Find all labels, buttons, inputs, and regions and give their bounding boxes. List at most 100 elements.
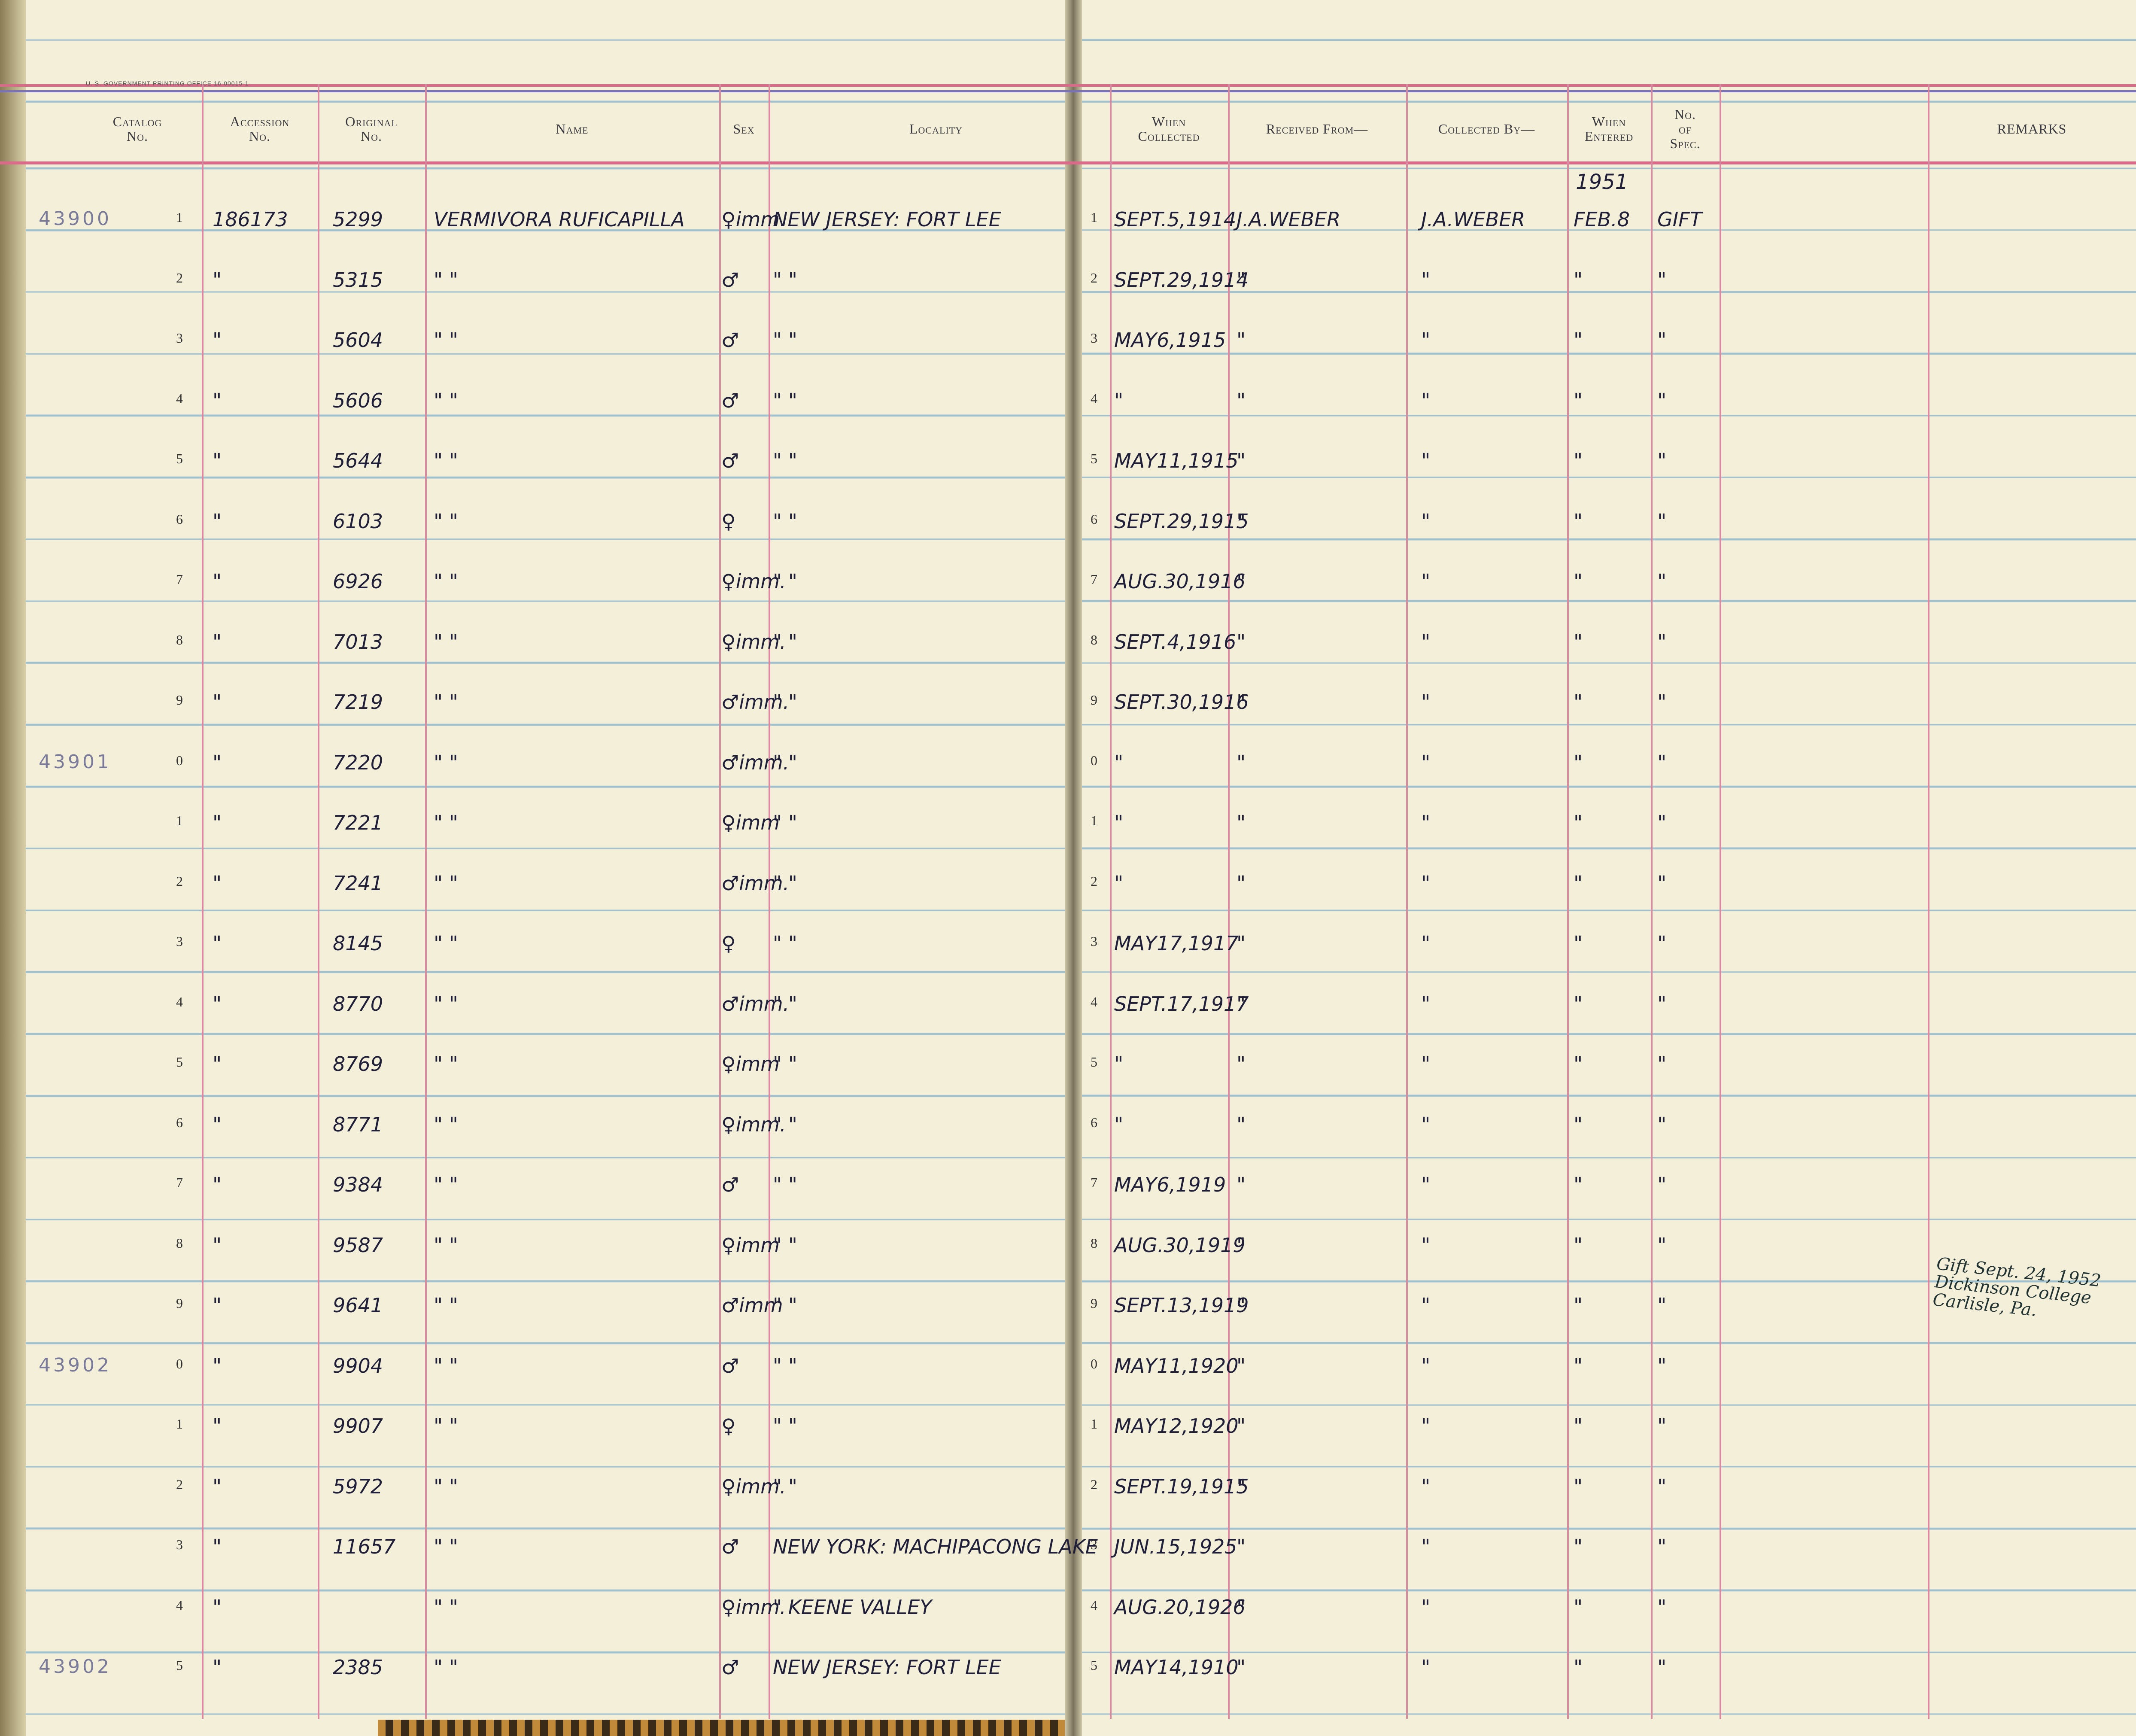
row-index-right: 7 [1091, 572, 1097, 587]
locality: NEW YORK: MACHIPACONG LAKE [773, 1535, 1098, 1558]
row-index: 7 [176, 1175, 183, 1190]
header-locality-text: Locality [909, 121, 963, 137]
row-index: 2 [176, 873, 183, 889]
date-entered: " [1574, 570, 1583, 593]
catalog-number: 43900 [39, 208, 112, 230]
year-entered-note: 1951 [1576, 170, 1629, 194]
date-collected: MAY14,1910 [1114, 1656, 1239, 1679]
header-original-l2: No. [361, 128, 382, 144]
row-index: 1 [176, 1416, 183, 1432]
received-from: " [1237, 1052, 1246, 1076]
row-index: 8 [176, 1235, 183, 1251]
header-no-of-spec: No. of Spec. [1651, 100, 1720, 158]
species-name: " " [434, 992, 458, 1015]
header-when-entered: When Entered [1567, 100, 1651, 158]
number-of-specimens: " [1657, 1595, 1667, 1619]
header-collected-by: Collected By— [1406, 100, 1567, 158]
accession-number: " [213, 1052, 222, 1076]
original-number: 5644 [333, 449, 383, 472]
locality: " " [773, 992, 797, 1015]
sex: ♀imm [721, 1233, 780, 1257]
date-collected: SEPT.30,1916 [1114, 690, 1249, 714]
locality: " " [773, 509, 797, 533]
row-index-right: 2 [1091, 873, 1097, 889]
header-remarks: REMARKS [1928, 100, 2136, 158]
header-no-of-spec-l1: No. [1674, 106, 1696, 122]
collected-by: " [1421, 1414, 1431, 1438]
number-of-specimens: " [1657, 1414, 1667, 1438]
received-from: J.A.WEBER [1237, 208, 1341, 231]
header-locality: Locality [769, 100, 1103, 158]
header-collected-by-text: Collected By— [1438, 121, 1535, 137]
sex: ♂ [721, 328, 739, 352]
species-name: " " [434, 1354, 458, 1377]
accession-number: " [213, 1414, 222, 1438]
sex: ♂ [721, 1354, 739, 1377]
row-index: 2 [176, 270, 183, 286]
sex: ♀imm [721, 1052, 780, 1076]
row-index: 4 [176, 994, 183, 1009]
row-index: 8 [176, 632, 183, 648]
date-entered: " [1574, 1475, 1583, 1498]
row-index-right: 3 [1091, 330, 1097, 346]
row-index-right: 4 [1091, 994, 1097, 1009]
original-number: 7219 [333, 690, 383, 714]
row-index-right: 5 [1091, 1054, 1097, 1070]
number-of-specimens: " [1657, 509, 1667, 533]
sex: ♀ [721, 509, 736, 533]
row-index-right: 8 [1091, 632, 1097, 648]
collected-by: " [1421, 1354, 1431, 1377]
date-collected: SEPT.4,1916 [1114, 630, 1237, 654]
header-received-from-text: Received From— [1266, 121, 1368, 137]
row-index: 7 [176, 572, 183, 587]
original-number: 9384 [333, 1173, 383, 1196]
date-entered: " [1574, 1656, 1583, 1679]
date-entered: " [1574, 268, 1583, 292]
species-name: " " [434, 1595, 458, 1619]
row-index-right: 1 [1091, 1416, 1097, 1432]
locality: " " [773, 1414, 797, 1438]
received-from: " [1237, 570, 1246, 593]
table-row: 2 " 5315 " " ♂ " " 2 SEPT.29,1914 " " " " [0, 262, 2136, 322]
number-of-specimens: " [1657, 449, 1667, 472]
accession-number: " [213, 811, 222, 834]
received-from: " [1237, 449, 1246, 472]
collected-by: J.A.WEBER [1421, 208, 1525, 231]
collected-by: " [1421, 1233, 1431, 1257]
row-index-right: 6 [1091, 511, 1097, 527]
table-row: 1 " 9907 " " ♀ " " 1 MAY12,1920 " " " " [0, 1408, 2136, 1468]
header-sex: Sex [719, 100, 769, 158]
collected-by: " [1421, 871, 1431, 895]
table-row: 2 " 7241 " " ♂imm. " " 2 " " " " " [0, 866, 2136, 926]
date-entered: " [1574, 1595, 1583, 1619]
accession-number: " [213, 1294, 222, 1317]
date-collected: MAY6,1915 [1114, 328, 1226, 352]
date-collected: SEPT.5,1914 [1114, 208, 1237, 231]
table-row: 2 " 5972 " " ♀imm. " " 2 SEPT.19,1915 " " " " [0, 1469, 2136, 1529]
original-number: 9641 [333, 1294, 383, 1317]
row-index: 9 [176, 1295, 183, 1311]
sex: ♂ [721, 268, 739, 292]
collected-by: " [1421, 570, 1431, 593]
accession-number: " [213, 1595, 222, 1619]
row-index-right: 0 [1091, 752, 1097, 768]
row-index-right: 2 [1091, 270, 1097, 286]
received-from: " [1237, 1595, 1246, 1619]
collected-by: " [1421, 1113, 1431, 1136]
locality: " " [773, 1052, 797, 1076]
received-from: " [1237, 509, 1246, 533]
locality: " " [773, 871, 797, 895]
received-from: " [1237, 1535, 1246, 1558]
received-from: " [1237, 1294, 1246, 1317]
species-name: " " [434, 1113, 458, 1136]
original-number: 5315 [333, 268, 383, 292]
received-from: " [1237, 992, 1246, 1015]
species-name: " " [434, 1414, 458, 1438]
species-name: " " [434, 690, 458, 714]
sex: ♀imm [721, 811, 780, 834]
number-of-specimens: " [1657, 871, 1667, 895]
header-name-text: Name [556, 121, 589, 137]
header-remarks-text: REMARKS [1997, 121, 2067, 137]
collected-by: " [1421, 268, 1431, 292]
date-entered: " [1574, 509, 1583, 533]
